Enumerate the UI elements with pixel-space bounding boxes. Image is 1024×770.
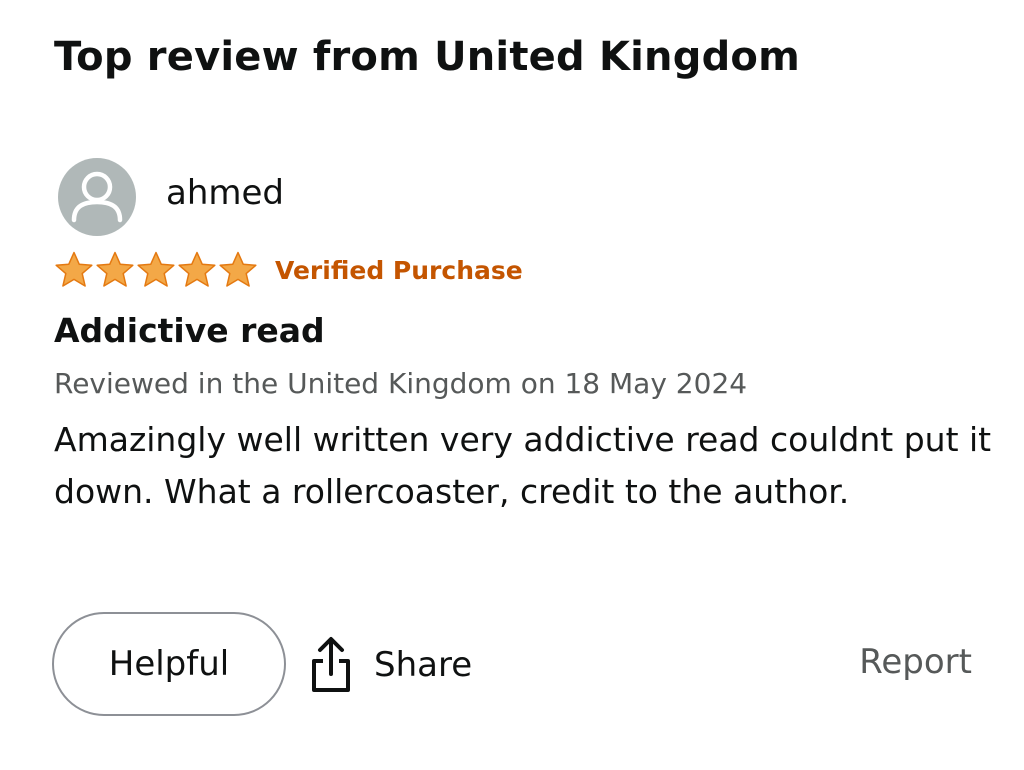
star-rating[interactable]	[54, 250, 259, 290]
star-icon	[55, 251, 93, 287]
share-button[interactable]: Share	[308, 634, 472, 696]
report-link[interactable]: Report	[859, 642, 972, 682]
review-date: Reviewed in the United Kingdom on 18 May…	[54, 367, 748, 400]
avatar[interactable]	[58, 158, 136, 236]
verified-purchase-badge: Verified Purchase	[275, 255, 523, 285]
star-icon	[96, 251, 134, 287]
star-icon	[178, 251, 216, 287]
share-icon	[308, 636, 354, 694]
section-heading: Top review from United Kingdom	[54, 34, 800, 80]
star-icon	[219, 251, 257, 287]
share-label: Share	[374, 645, 473, 685]
user-silhouette-icon	[71, 171, 123, 223]
rating-row: Verified Purchase	[54, 250, 523, 290]
reviewer-name[interactable]: ahmed	[166, 173, 284, 213]
review-title[interactable]: Addictive read	[54, 311, 325, 350]
star-icon	[137, 251, 175, 287]
reviewer-profile[interactable]: ahmed	[58, 158, 284, 236]
review-body: Amazingly well written very addictive re…	[54, 420, 992, 511]
review-actions: Helpful Share Report	[52, 612, 972, 716]
helpful-button[interactable]: Helpful	[52, 612, 286, 716]
